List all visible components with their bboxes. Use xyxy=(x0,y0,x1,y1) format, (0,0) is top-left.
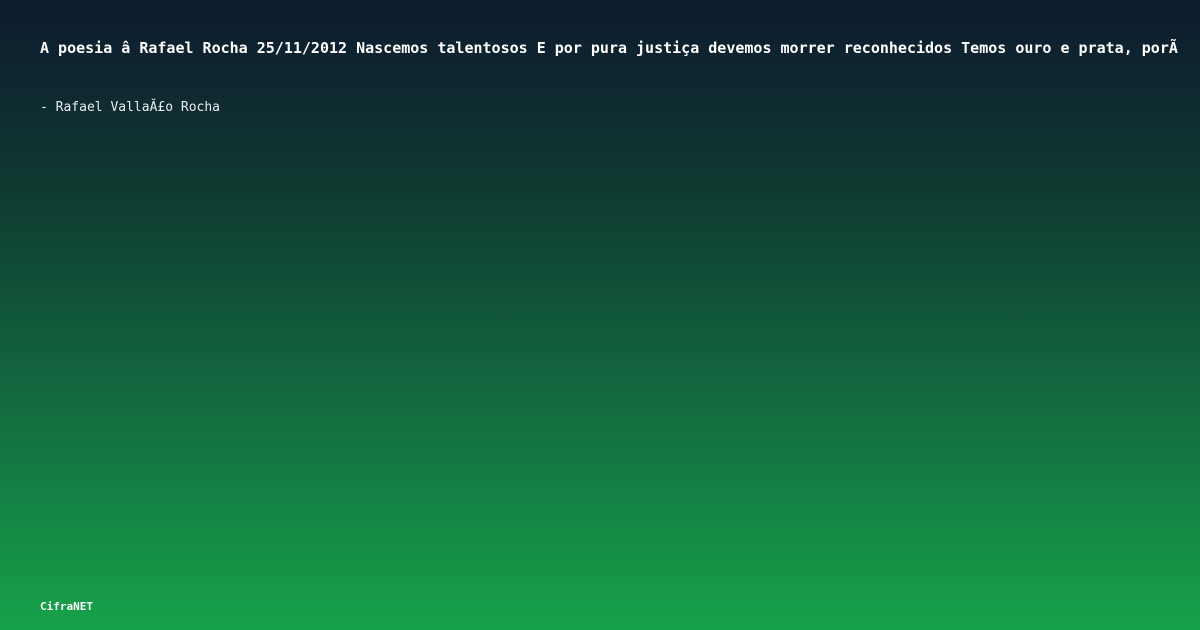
share-card: A poesia â Rafael Rocha 25/11/2012 Nasce… xyxy=(0,0,1200,630)
quote-text: A poesia â Rafael Rocha 25/11/2012 Nasce… xyxy=(40,39,1178,57)
quote-author: - Rafael VallaĂ£o Rocha xyxy=(40,100,221,115)
brand-logo-text: CifraNET xyxy=(40,600,93,613)
